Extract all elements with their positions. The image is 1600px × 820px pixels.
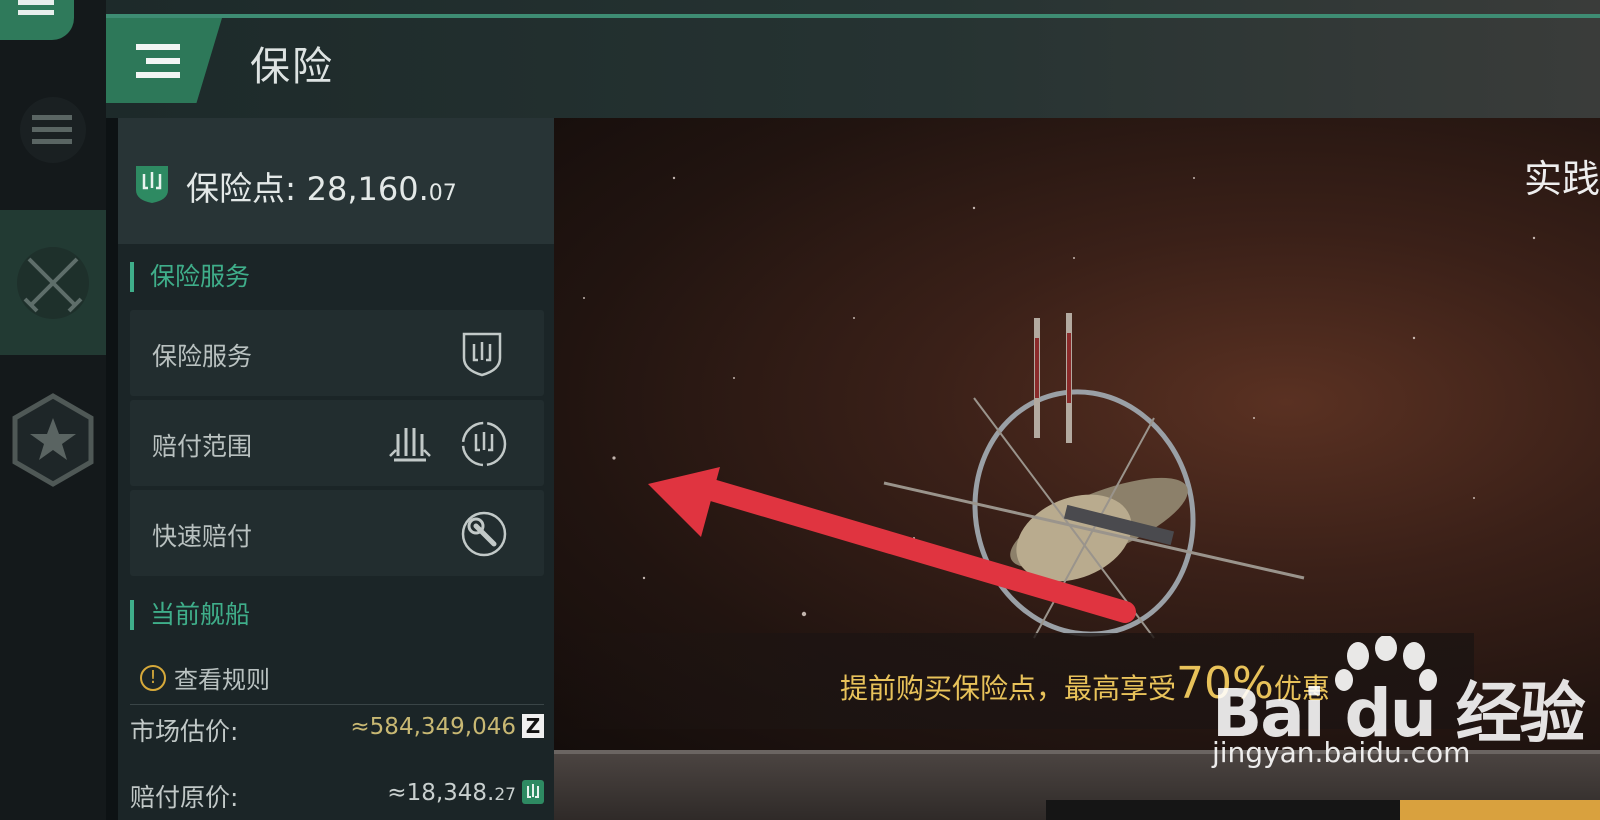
insurance-shield-icon: [136, 166, 168, 203]
section-title-current-ship: 当前舰船: [130, 600, 250, 630]
scene-tag-text: 实践: [1523, 157, 1600, 201]
rail-star-button[interactable]: [0, 380, 106, 500]
row-label: 快速赔付: [152, 522, 253, 551]
bottom-dark-bar: [1046, 800, 1400, 820]
warning-icon: !: [140, 664, 166, 691]
watermark-url: jingyan.baidu.com: [1212, 736, 1471, 769]
view-rules-label: 查看规则: [174, 666, 270, 694]
menu-icon: [18, 0, 54, 15]
row-quick-payout[interactable]: 快速赔付: [130, 490, 544, 576]
points-label-text: 保险点:: [186, 169, 297, 208]
market-estimate-value: ≈584,349,046: [350, 714, 516, 740]
quick-payout-wrench-icon: [461, 511, 507, 557]
isk-icon: Z: [522, 714, 544, 738]
points-value-decimal: 07: [428, 181, 457, 206]
row-insurance-service[interactable]: 保险服务: [130, 310, 544, 396]
rail-top-pill: [0, 0, 74, 40]
insurance-points-box: 保险点: 28,160.07: [118, 118, 554, 244]
row-label: 赔付范围: [152, 432, 253, 461]
bottom-gold-button[interactable]: [1400, 800, 1600, 820]
points-value: 28,160.: [306, 170, 429, 208]
view-rules-link[interactable]: ! 查看规则: [140, 660, 270, 695]
coverage-circle-icon: [461, 421, 507, 467]
payout-value-main: ≈18,348.: [387, 780, 495, 806]
top-bar-accent-line: [106, 14, 1600, 18]
baidu-watermark: Bai du 经验 jingyan.baidu.com: [1212, 632, 1600, 782]
payout-original-row: 赔付原价: ≈18,348.27: [130, 774, 544, 814]
promo-text: 提前购买保险点，最高享受: [840, 672, 1177, 705]
coverage-ships-icon: [389, 428, 431, 462]
insurance-panel: 保险点: 28,160.07 保险服务 保险服务 赔付范围 快速赔付 当前舰船 …: [118, 118, 554, 820]
menu-icon: [20, 97, 86, 163]
page-title: 保险: [250, 44, 334, 90]
insurance-shield-icon: [462, 332, 502, 377]
payout-original-value: ≈18,348.27: [387, 780, 516, 806]
space-station: [883, 313, 1305, 639]
star-badge-icon: [12, 393, 94, 487]
payout-value-decimal: 27: [494, 785, 516, 805]
market-estimate-label: 市场估价:: [130, 717, 239, 746]
insurance-points-label: 保险点: 28,160.07: [186, 162, 457, 210]
row-coverage[interactable]: 赔付范围: [130, 400, 544, 486]
rail-menu-button[interactable]: [0, 75, 106, 185]
side-rail: [0, 0, 106, 820]
market-estimate-row: 市场估价: ≈584,349,046 Z: [130, 708, 544, 748]
payout-original-label: 赔付原价:: [130, 783, 239, 812]
row-label: 保险服务: [152, 342, 253, 371]
insurance-shield-icon: [522, 780, 544, 804]
section-title-service: 保险服务: [130, 262, 250, 292]
rail-top-button[interactable]: [0, 0, 106, 40]
menu-icon: [136, 43, 180, 78]
divider: [130, 704, 544, 705]
rail-combat-button[interactable]: [0, 210, 106, 355]
combat-swords-icon: [17, 246, 89, 319]
